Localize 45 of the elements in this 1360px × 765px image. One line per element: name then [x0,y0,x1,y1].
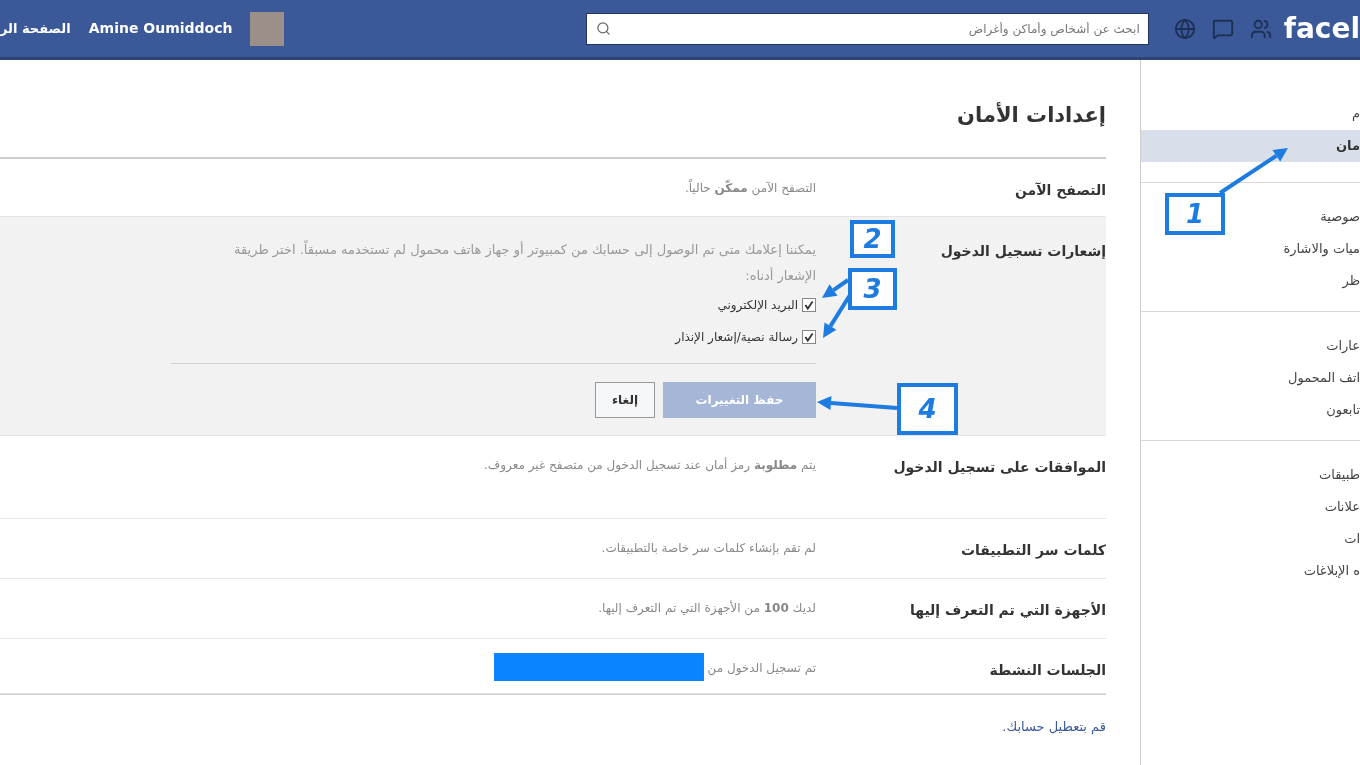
deactivate-link[interactable]: قم بتعطيل حسابك. [0,717,1106,737]
setting-value: يتم مطلوبة رمز أمان عند تسجيل الدخول من متصفح غير معروف. [484,456,816,474]
cancel-button[interactable]: إلغاء [595,382,655,418]
step-number-box: 1 [1165,193,1225,235]
setting-value: التصفح الآمن ممكّن حالياً. [684,179,816,197]
friends-icon[interactable] [1249,17,1272,40]
arrow [1218,148,1288,195]
setting-value: لم تقم بإنشاء كلمات سر خاصة بالتطبيقات. [601,540,816,557]
checkbox-label: البريد الإلكتروني [717,297,798,314]
sidebar-item[interactable]: عارات [1326,330,1360,362]
sidebar-item[interactable]: مان [1141,130,1360,162]
step-number-box: 4 [897,383,958,435]
checkbox[interactable] [802,298,816,312]
setting-label: الأجهزة التي تم التعرف إليها [908,601,1106,621]
check-icon [803,331,815,343]
sidebar-item[interactable]: صوصية [1320,201,1360,233]
setting-value: تم تسجيل الدخول من [707,660,816,677]
messages-icon[interactable] [1211,17,1234,40]
checkbox[interactable] [802,330,816,344]
sidebar-item[interactable]: تابعون [1326,394,1360,426]
avatar-placeholder[interactable] [250,11,285,46]
search-icon [595,20,611,36]
setting-label: كلمات سر التطبيقات [959,541,1106,561]
setting-label: الجلسات النشطة [988,661,1106,680]
checkbox-label: رسالة نصية/إشعار الإنذار [675,329,798,346]
globe-icon[interactable] [1173,17,1196,40]
logo[interactable]: facel [1283,8,1360,49]
home-link[interactable]: الصفحة الر [0,18,71,39]
step-number-box: 3 [848,268,897,310]
sidebar-item[interactable]: ات [1344,523,1360,555]
sidebar-item[interactable]: اتف المحمول [1288,362,1360,394]
sidebar-item[interactable]: ميات والاشارة [1283,233,1360,265]
check-icon [803,299,815,311]
setting-label: الموافقات على تسجيل الدخول [892,458,1106,478]
setting-label: إشعارات تسجيل الدخول [940,243,1106,259]
sidebar-item[interactable]: علانات [1324,491,1360,523]
setting-description: يمكننا إعلامك متى تم الوصول إلى حسابك من كمبيوتر أو جهاز هاتف محمول لم تستخدمه مسبقاً. اختر طريقة الإشعار أدناه: [233,239,816,286]
sidebar-item[interactable]: ه الإبلاغات [1303,555,1360,587]
setting-label: التصفح الآمن [1013,181,1106,201]
sidebar-item[interactable]: طبيقات [1319,459,1360,491]
step-number-box: 2 [850,220,895,258]
sidebar-item[interactable]: م [1351,98,1360,130]
page-title: إعدادات الأمان [956,101,1106,129]
sidebar-item[interactable]: ظر [1342,265,1360,297]
user-name[interactable]: Amine Oumiddoch [88,18,233,39]
